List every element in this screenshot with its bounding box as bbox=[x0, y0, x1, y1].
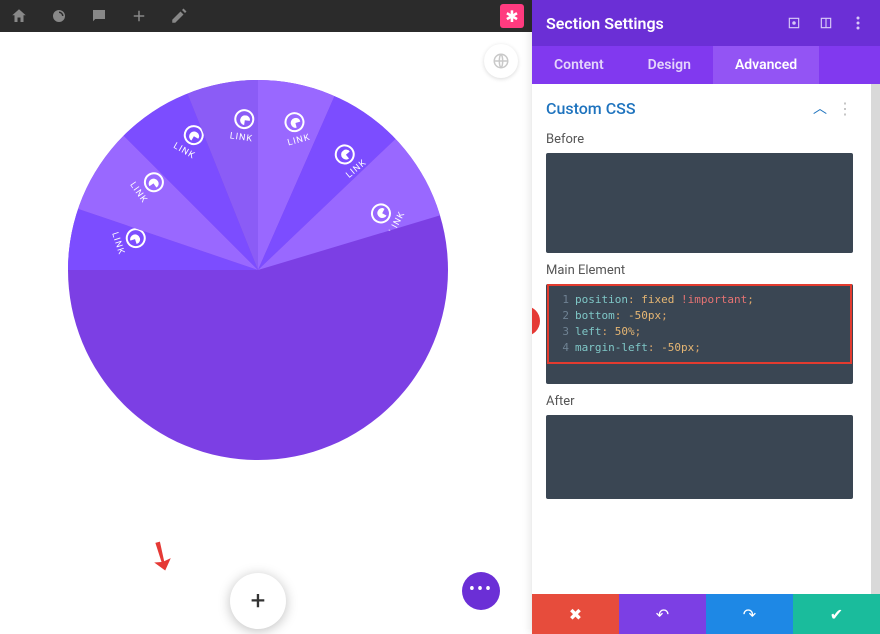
kebab-icon[interactable] bbox=[850, 15, 866, 31]
annotation-arrow-icon: ➘ bbox=[135, 527, 188, 584]
before-label: Before bbox=[546, 132, 853, 147]
cancel-button[interactable]: ✖ bbox=[532, 594, 619, 634]
main-css-input[interactable]: 1position: fixed !important; 2bottom: -5… bbox=[546, 284, 853, 384]
tab-advanced[interactable]: Advanced bbox=[713, 46, 819, 84]
plus-icon[interactable] bbox=[130, 7, 148, 25]
brand-star-button[interactable]: ✱ bbox=[500, 4, 524, 28]
visibility-globe-button[interactable] bbox=[484, 44, 518, 78]
radial-menu: LINK LINK LINK LINK LINK LINK LINK bbox=[68, 80, 448, 460]
section-custom-css[interactable]: Custom CSS ︿ ⋮ bbox=[546, 98, 853, 118]
chevron-up-icon[interactable]: ︿ bbox=[813, 98, 827, 118]
after-css-input[interactable] bbox=[546, 415, 853, 499]
before-css-input[interactable] bbox=[546, 153, 853, 253]
undo-button[interactable]: ↶ bbox=[619, 594, 706, 634]
add-section-button[interactable]: + bbox=[230, 573, 286, 629]
page-actions-button[interactable]: ••• bbox=[462, 572, 500, 610]
snap-icon[interactable] bbox=[818, 15, 834, 31]
tab-design[interactable]: Design bbox=[626, 46, 713, 84]
panel-title: Section Settings bbox=[546, 14, 664, 33]
slice-label: LINK bbox=[287, 133, 312, 149]
pencil-icon[interactable] bbox=[170, 7, 188, 25]
expand-icon[interactable] bbox=[786, 15, 802, 31]
section-menu-icon[interactable]: ⋮ bbox=[837, 99, 853, 118]
builder-canvas: LINK LINK LINK LINK LINK LINK LINK ➘ + •… bbox=[0, 32, 532, 634]
tab-content[interactable]: Content bbox=[532, 46, 626, 84]
panel-footer: ✖ ↶ ↷ ✔ bbox=[532, 594, 880, 634]
annotation-callout: 1 bbox=[532, 306, 540, 336]
panel-body: Custom CSS ︿ ⋮ Before Main Element 1 1pos… bbox=[532, 84, 880, 594]
settings-panel: Section Settings Content Design Advanced… bbox=[532, 0, 880, 634]
pie-chart-icon bbox=[232, 107, 255, 130]
redo-button[interactable]: ↷ bbox=[706, 594, 793, 634]
panel-header: Section Settings bbox=[532, 0, 880, 46]
save-button[interactable]: ✔ bbox=[793, 594, 880, 634]
after-label: After bbox=[546, 394, 853, 409]
slice-label: LINK bbox=[109, 231, 126, 256]
slice-label: LINK bbox=[229, 131, 254, 144]
comment-icon[interactable] bbox=[90, 7, 108, 25]
settings-tabs: Content Design Advanced bbox=[532, 46, 880, 84]
main-element-label: Main Element bbox=[546, 263, 853, 278]
pie-chart-icon bbox=[282, 110, 306, 134]
home-icon[interactable] bbox=[10, 7, 28, 25]
gauge-icon[interactable] bbox=[50, 7, 68, 25]
section-label: Custom CSS bbox=[546, 99, 636, 118]
